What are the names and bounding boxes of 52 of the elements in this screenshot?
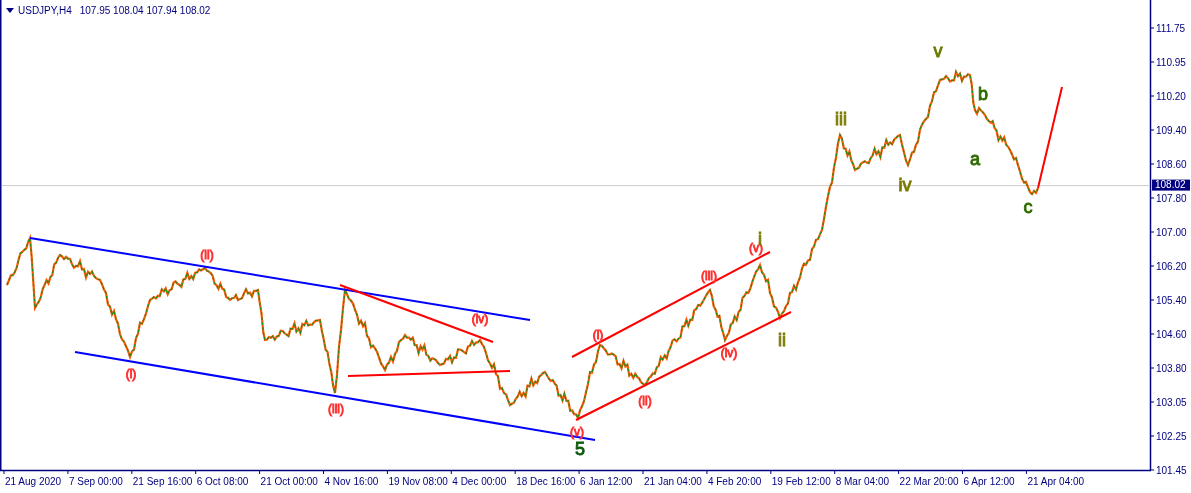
time-label: 22 Mar 20:00 (899, 476, 959, 487)
price-label: 106.20 (1156, 260, 1187, 272)
wave-label: (i) (592, 328, 604, 343)
wave-label: (v) (570, 425, 584, 440)
price-label: 109.40 (1156, 124, 1187, 136)
wave-label: (ii) (638, 394, 652, 409)
wave-label: a (970, 148, 980, 169)
time-label: 6 Oct 08:00 (196, 476, 249, 487)
wave-label: (iv) (471, 312, 489, 327)
time-label: 21 Oct 00:00 (260, 476, 318, 487)
wave-label: iv (898, 174, 912, 195)
time-label: 19 Feb 12:00 (771, 476, 831, 487)
time-label: 19 Nov 08:00 (388, 476, 448, 487)
time-label: 21 Sep 16:00 (132, 476, 193, 487)
price-label: 108.60 (1156, 158, 1187, 170)
price-label: 105.40 (1156, 294, 1187, 306)
time-label: 4 Nov 16:00 (324, 476, 379, 487)
price-label: 111.75 (1156, 22, 1186, 34)
time-label: 7 Sep 00:00 (68, 476, 123, 487)
time-label: 4 Dec 00:00 (452, 476, 507, 487)
wave-label: (iii) (701, 269, 717, 284)
wave-label: iii (835, 108, 847, 129)
price-label: 110.20 (1156, 90, 1186, 102)
wave-label: ii (778, 329, 786, 350)
price-label: 110.95 (1156, 56, 1186, 68)
time-label: 8 Mar 04:00 (835, 476, 890, 487)
time-label: 6 Jan 12:00 (580, 476, 633, 487)
price-label: 102.25 (1156, 430, 1187, 442)
time-label: 21 Aug 2020 (5, 476, 62, 487)
wave-label: b (978, 83, 988, 104)
time-label: 18 Dec 16:00 (516, 476, 576, 487)
price-label: 107.80 (1156, 192, 1187, 204)
wave-label: 5 (575, 438, 585, 459)
quote-values: 107.95 108.04 107.94 108.02 (79, 4, 211, 18)
time-label: 6 Apr 12:00 (963, 476, 1015, 487)
price-tag: 108.02 (1152, 179, 1190, 191)
wave-label: (iv) (720, 346, 738, 361)
price-label: 107.00 (1156, 226, 1187, 238)
price-label: 103.05 (1156, 396, 1187, 408)
wave-label: (i) (125, 367, 137, 382)
time-label: 21 Jan 04:00 (644, 476, 702, 487)
wave-label: v (933, 40, 943, 61)
dropdown-icon[interactable] (6, 8, 14, 13)
price-label: 104.60 (1156, 328, 1187, 340)
price-label: 103.80 (1156, 362, 1187, 374)
time-label: 4 Feb 20:00 (707, 476, 762, 487)
time-label: 21 Apr 04:00 (1027, 476, 1085, 487)
symbol-label: USDJPY,H4 (18, 4, 72, 18)
wave-label: c (1023, 196, 1033, 217)
wave-label: (ii) (200, 248, 214, 263)
wave-label: (iii) (328, 402, 344, 417)
price-label: 101.45 (1156, 464, 1187, 476)
